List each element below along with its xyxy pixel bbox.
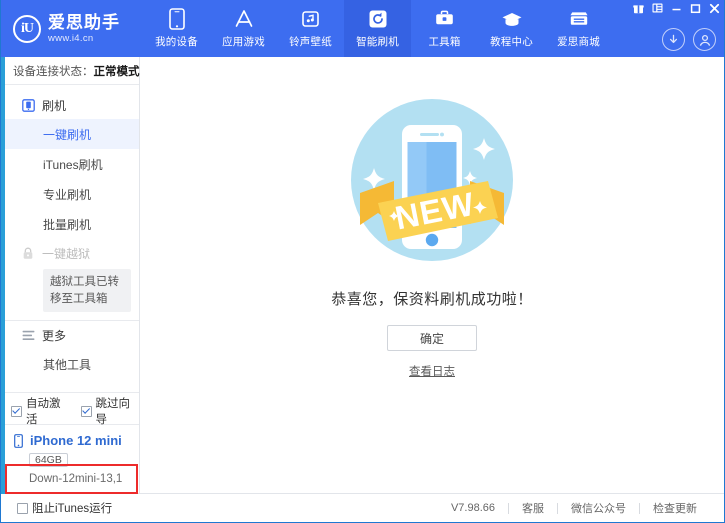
status-bar-right: V7.98.66 客服 微信公众号 检查更新 <box>140 500 724 516</box>
nav-label: 爱思商城 <box>557 34 600 49</box>
maximize-icon[interactable] <box>689 2 701 14</box>
nav-item-tutorials[interactable]: 教程中心 <box>478 0 545 57</box>
sidebar-item-one-click-flash[interactable]: 一键刷机 <box>1 119 139 149</box>
toolbox-icon <box>434 8 456 30</box>
checkbox-label: 跳过向导 <box>96 395 140 427</box>
sidebar-group-title: 更多 <box>42 327 66 344</box>
lock-icon <box>21 246 35 260</box>
nav-item-ringtones-wallpaper[interactable]: 铃声壁纸 <box>277 0 344 57</box>
success-message: 恭喜您，保资料刷机成功啦！ <box>331 288 533 309</box>
nav-item-toolbox[interactable]: 工具箱 <box>411 0 478 57</box>
refresh-icon <box>367 8 389 30</box>
app-body: 设备连接状态：正常模式 刷机 一键刷机 iTunes刷机 专业刷机 <box>1 57 724 493</box>
connection-status-value: 正常模式 <box>94 63 140 79</box>
sidebar-item-pro-flash[interactable]: 专业刷机 <box>1 179 139 209</box>
sidebar-item-batch-flash[interactable]: 批量刷机 <box>1 209 139 239</box>
music-box-icon <box>300 8 322 30</box>
nav-item-store[interactable]: 爱思商城 <box>545 0 612 57</box>
connection-status: 设备连接状态：正常模式 <box>1 57 139 85</box>
nav-item-apps-games[interactable]: 应用游戏 <box>210 0 277 57</box>
list-icon <box>21 328 35 342</box>
jailbreak-moved-tooltip: 越狱工具已转移至工具箱 <box>43 269 131 312</box>
footer-link-wechat[interactable]: 微信公众号 <box>558 500 639 516</box>
sidebar-item-label: iTunes刷机 <box>43 156 103 173</box>
sidebar-item-itunes-flash[interactable]: iTunes刷机 <box>1 149 139 179</box>
sidebar-group-jailbreak: 一键越狱 <box>1 239 139 267</box>
checkbox-skip-wizard[interactable]: 跳过向导 <box>81 395 140 427</box>
gift-icon[interactable] <box>632 2 644 14</box>
checkbox-box <box>17 503 28 514</box>
header-actions <box>662 28 716 51</box>
flash-device-icon <box>21 98 35 112</box>
nav-label: 教程中心 <box>490 34 533 49</box>
sidebar-group-title: 一键越狱 <box>42 245 90 262</box>
appstore-icon <box>233 8 255 30</box>
brand-logo-area: iU 爱思助手 www.i4.cn <box>1 0 131 57</box>
sidebar-options-divider <box>1 392 139 393</box>
app-header: iU 爱思助手 www.i4.cn 我的设备 应用游戏 <box>1 0 724 57</box>
shop-icon <box>568 8 590 30</box>
device-name: iPhone 12 mini <box>30 433 122 448</box>
device-phone-icon <box>11 434 25 448</box>
device-info-card[interactable]: iPhone 12 mini 64GB Down-12mini-13,1 <box>1 424 139 493</box>
checkbox-box <box>11 406 22 417</box>
menu-icon[interactable] <box>651 2 663 14</box>
sidebar-options: 自动激活 跳过向导 <box>1 398 139 424</box>
checkbox-block-itunes[interactable]: 阻止iTunes运行 <box>17 500 112 516</box>
footer-link-check-update[interactable]: 检查更新 <box>640 500 710 516</box>
main-navigation: 我的设备 应用游戏 铃声壁纸 智能刷机 <box>143 0 612 57</box>
device-capacity-badge: 64GB <box>29 453 68 467</box>
account-icon[interactable] <box>693 28 716 51</box>
checkbox-auto-activate[interactable]: 自动激活 <box>11 395 70 427</box>
sidebar-item-label: 其他工具 <box>43 356 91 373</box>
accent-edge <box>1 57 5 494</box>
sidebar: 设备连接状态：正常模式 刷机 一键刷机 iTunes刷机 专业刷机 <box>1 57 140 493</box>
brand-mark-text: iU <box>21 21 33 37</box>
sidebar-item-other-tools[interactable]: 其他工具 <box>1 349 139 379</box>
nav-label: 工具箱 <box>428 34 460 49</box>
checkbox-box <box>81 406 92 417</box>
view-log-link[interactable]: 查看日志 <box>409 363 455 379</box>
nav-item-my-device[interactable]: 我的设备 <box>143 0 210 57</box>
download-icon[interactable] <box>662 28 685 51</box>
footer-link-support[interactable]: 客服 <box>509 500 557 516</box>
close-icon[interactable] <box>708 2 720 14</box>
nav-label: 铃声壁纸 <box>289 34 332 49</box>
version-label: V7.98.66 <box>438 502 508 514</box>
main-content: NEW 恭喜您，保资料刷机成功啦！ 确定 查看日志 <box>140 57 724 493</box>
new-phone-illustration: NEW <box>332 83 532 278</box>
checkbox-label: 自动激活 <box>26 395 70 427</box>
nav-label: 应用游戏 <box>222 34 265 49</box>
confirm-button[interactable]: 确定 <box>387 325 477 351</box>
nav-item-smart-flash[interactable]: 智能刷机 <box>344 0 411 57</box>
phone-icon <box>166 8 188 30</box>
brand-mark-icon: iU <box>13 15 41 43</box>
sidebar-item-label: 批量刷机 <box>43 216 91 233</box>
sidebar-menu: 刷机 一键刷机 iTunes刷机 专业刷机 批量刷机 <box>1 85 139 384</box>
device-identifier: Down-12mini-13,1 <box>29 473 139 485</box>
nav-label: 智能刷机 <box>356 34 399 49</box>
graduation-cap-icon <box>501 8 523 30</box>
app-window: iU 爱思助手 www.i4.cn 我的设备 应用游戏 <box>0 0 725 523</box>
sidebar-item-download-firmware[interactable]: 下载固件 <box>1 379 139 384</box>
nav-label: 我的设备 <box>155 34 198 49</box>
sidebar-item-label: 一键刷机 <box>43 126 91 143</box>
sidebar-item-label: 专业刷机 <box>43 186 91 203</box>
sidebar-group-more: 更多 <box>1 321 139 349</box>
sidebar-group-title: 刷机 <box>42 97 66 114</box>
status-bar-left: 阻止iTunes运行 <box>1 500 140 516</box>
connection-status-label: 设备连接状态： <box>13 63 94 79</box>
brand-url: www.i4.cn <box>48 34 120 44</box>
checkbox-label: 阻止iTunes运行 <box>32 500 112 516</box>
minimize-icon[interactable] <box>670 2 682 14</box>
status-bar: 阻止iTunes运行 V7.98.66 客服 微信公众号 检查更新 <box>1 493 724 522</box>
sidebar-group-flash: 刷机 <box>1 91 139 119</box>
window-controls <box>632 2 720 14</box>
brand-name: 爱思助手 <box>48 14 120 31</box>
